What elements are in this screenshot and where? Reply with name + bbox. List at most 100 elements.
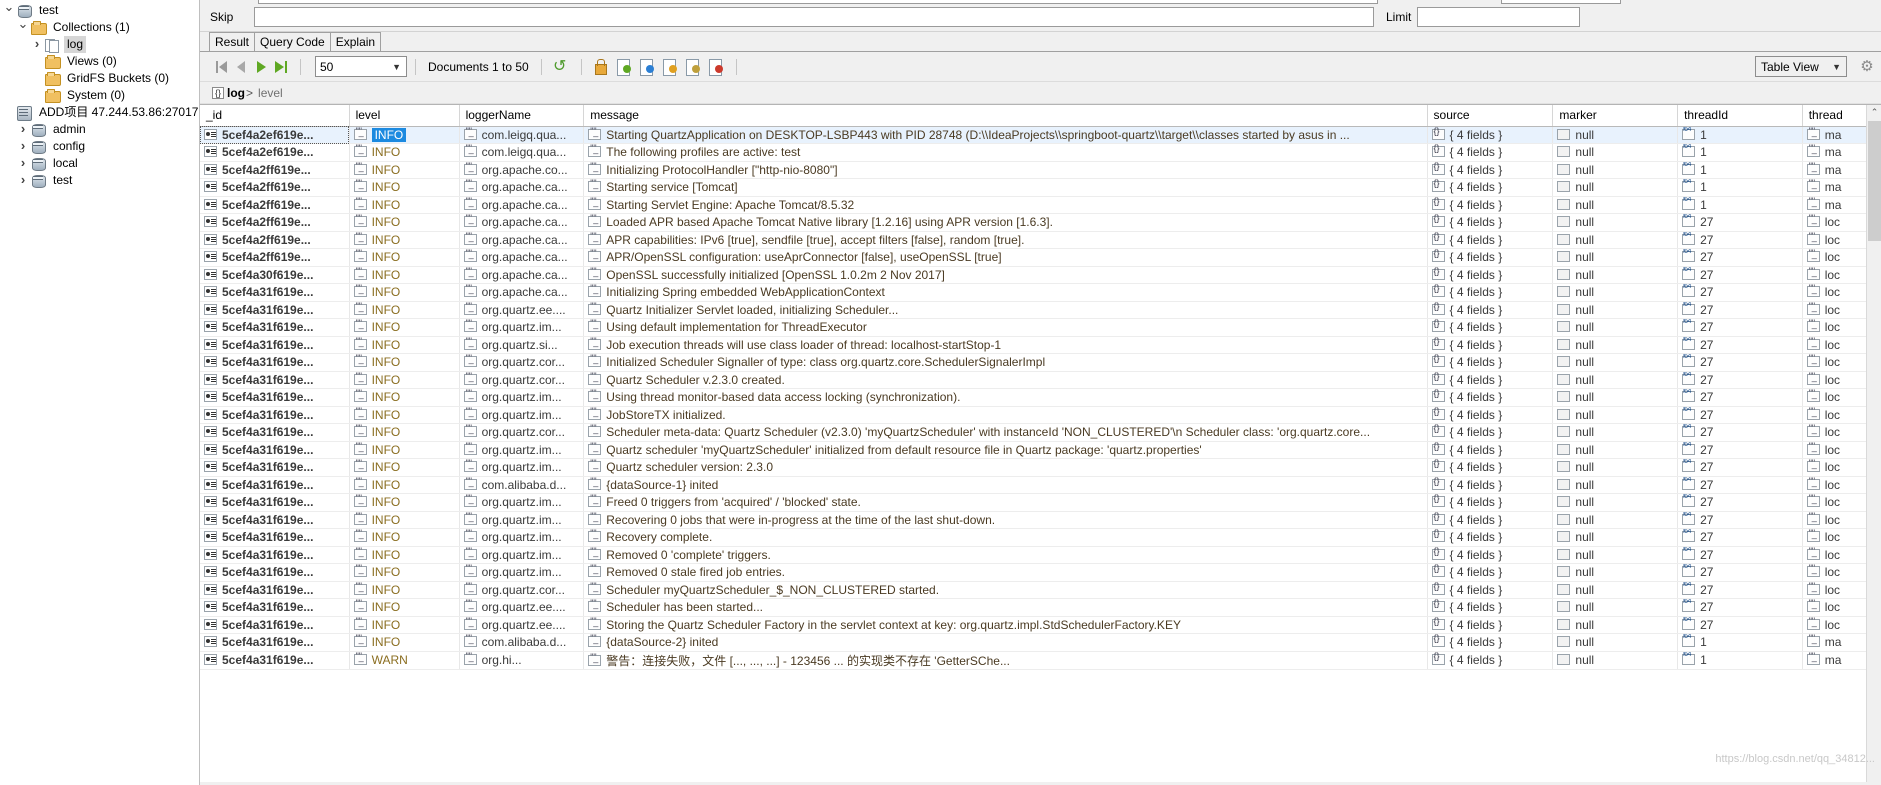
cell-logger[interactable]: org.quartz.im... bbox=[459, 458, 585, 477]
cell-message[interactable]: Recovering 0 jobs that were in-progress … bbox=[583, 511, 1428, 529]
cell-logger[interactable]: org.apache.ca... bbox=[459, 283, 585, 302]
cell-marker[interactable]: null bbox=[1552, 633, 1679, 652]
next-page-button[interactable] bbox=[252, 58, 270, 76]
cell-source[interactable]: { 4 fields } bbox=[1427, 248, 1554, 267]
sidebar-item-config[interactable]: config bbox=[0, 138, 199, 155]
cell-source[interactable]: { 4 fields } bbox=[1427, 126, 1554, 144]
sidebar-item-system-0[interactable]: System (0) bbox=[0, 87, 199, 104]
tab-explain[interactable]: Explain bbox=[329, 32, 382, 51]
cell-source[interactable]: { 4 fields } bbox=[1427, 511, 1554, 529]
cell-marker[interactable]: null bbox=[1552, 283, 1679, 302]
cell-id[interactable]: 5cef4a31f619e... bbox=[200, 283, 350, 302]
cell-logger[interactable]: org.quartz.im... bbox=[459, 441, 585, 459]
cell-message[interactable]: Recovery complete. bbox=[583, 528, 1428, 547]
cell-message[interactable]: Using default implementation for ThreadE… bbox=[583, 318, 1428, 337]
cell-threadId[interactable]: 1 bbox=[1677, 143, 1803, 162]
cell-level[interactable]: INFO bbox=[349, 371, 460, 389]
copy-document-icon[interactable] bbox=[682, 57, 702, 77]
column-header-id[interactable]: _id bbox=[200, 105, 350, 127]
cell-level[interactable]: INFO bbox=[349, 476, 460, 494]
cell-threadId[interactable]: 27 bbox=[1677, 301, 1803, 319]
cell-logger[interactable]: org.quartz.im... bbox=[459, 563, 585, 582]
cell-message[interactable]: Quartz Initializer Servlet loaded, initi… bbox=[583, 301, 1428, 319]
table-row[interactable]: 5cef4a31f619e... INFO org.quartz.si... Job … bbox=[200, 336, 1881, 354]
cell-message[interactable]: Scheduler has been started... bbox=[583, 598, 1428, 617]
table-row[interactable]: 5cef4a31f619e... INFO org.apache.ca... Init… bbox=[200, 283, 1881, 302]
cell-source[interactable]: { 4 fields } bbox=[1427, 371, 1554, 389]
cell-marker[interactable]: null bbox=[1552, 353, 1679, 372]
cell-message[interactable]: Scheduler myQuartzScheduler_$_NON_CLUSTE… bbox=[583, 581, 1428, 599]
refresh-icon[interactable]: ↺ bbox=[550, 57, 570, 77]
cell-id[interactable]: 5cef4a31f619e... bbox=[200, 546, 350, 564]
cell-level[interactable]: INFO bbox=[349, 528, 460, 547]
cell-source[interactable]: { 4 fields } bbox=[1427, 318, 1554, 337]
cell-source[interactable]: { 4 fields } bbox=[1427, 598, 1554, 617]
cell-threadId[interactable]: 27 bbox=[1677, 336, 1803, 354]
cell-logger[interactable]: org.quartz.cor... bbox=[459, 423, 585, 442]
chevron-down-icon[interactable] bbox=[2, 1, 16, 20]
cell-level[interactable]: INFO bbox=[349, 633, 460, 652]
cell-logger[interactable]: org.apache.co... bbox=[459, 161, 585, 179]
cell-logger[interactable]: org.quartz.im... bbox=[459, 493, 585, 512]
cell-marker[interactable]: null bbox=[1552, 143, 1679, 162]
cell-marker[interactable]: null bbox=[1552, 406, 1679, 424]
cell-level[interactable]: INFO bbox=[349, 581, 460, 599]
cell-marker[interactable]: null bbox=[1552, 178, 1679, 197]
cell-logger[interactable]: org.hi... bbox=[459, 651, 585, 670]
cell-id[interactable]: 5cef4a31f619e... bbox=[200, 581, 350, 599]
cell-id[interactable]: 5cef4a31f619e... bbox=[200, 651, 350, 670]
cell-message[interactable]: APR capabilities: IPv6 [true], sendfile … bbox=[583, 231, 1428, 249]
cell-marker[interactable]: null bbox=[1552, 651, 1679, 670]
cell-marker[interactable]: null bbox=[1552, 598, 1679, 617]
table-row[interactable]: 5cef4a2ef619e... INFO com.leigq.qua... The … bbox=[200, 143, 1881, 162]
cell-threadId[interactable]: 27 bbox=[1677, 353, 1803, 372]
cell-message[interactable]: Quartz scheduler version: 2.3.0 bbox=[583, 458, 1428, 477]
view-mode-select[interactable]: Table View ▼ bbox=[1755, 56, 1847, 77]
cell-level[interactable]: INFO bbox=[349, 423, 460, 442]
cell-marker[interactable]: null bbox=[1552, 616, 1679, 634]
cell-message[interactable]: Starting QuartzApplication on DESKTOP-LS… bbox=[583, 126, 1428, 144]
table-row[interactable]: 5cef4a31f619e... INFO org.quartz.im... Quar… bbox=[200, 458, 1881, 477]
cell-level[interactable]: INFO bbox=[349, 336, 460, 354]
vertical-scrollbar[interactable]: ⌃ bbox=[1866, 105, 1881, 785]
cell-level[interactable]: INFO bbox=[349, 266, 460, 284]
table-row[interactable]: 5cef4a31f619e... INFO org.quartz.im... Usin… bbox=[200, 388, 1881, 407]
cell-logger[interactable]: org.quartz.im... bbox=[459, 528, 585, 547]
cell-threadId[interactable]: 1 bbox=[1677, 178, 1803, 197]
cell-level[interactable]: INFO bbox=[349, 318, 460, 337]
table-row[interactable]: 5cef4a31f619e... INFO com.alibaba.d... {dat… bbox=[200, 476, 1881, 494]
cell-threadId[interactable]: 27 bbox=[1677, 476, 1803, 494]
sidebar-item-test[interactable]: test bbox=[0, 2, 199, 19]
table-row[interactable]: 5cef4a31f619e... INFO org.quartz.im... Free… bbox=[200, 493, 1881, 512]
cell-threadId[interactable]: 27 bbox=[1677, 283, 1803, 302]
cell-message[interactable]: {dataSource-2} inited bbox=[583, 633, 1428, 652]
cell-logger[interactable]: com.alibaba.d... bbox=[459, 633, 585, 652]
cell-message[interactable]: {dataSource-1} inited bbox=[583, 476, 1428, 494]
cell-level[interactable]: INFO bbox=[349, 196, 460, 214]
cell-threadId[interactable]: 27 bbox=[1677, 266, 1803, 284]
breadcrumb-field[interactable]: level bbox=[258, 86, 283, 100]
last-page-button[interactable] bbox=[272, 58, 290, 76]
insert-document-icon[interactable] bbox=[613, 57, 633, 77]
table-row[interactable]: 5cef4a31f619e... INFO org.quartz.ee.... Sch… bbox=[200, 598, 1881, 617]
cell-marker[interactable]: null bbox=[1552, 161, 1679, 179]
chevron-down-icon[interactable] bbox=[16, 18, 30, 37]
cell-message[interactable]: Freed 0 triggers from 'acquired' / 'bloc… bbox=[583, 493, 1428, 512]
cell-logger[interactable]: org.quartz.ee.... bbox=[459, 598, 585, 617]
cell-level[interactable]: INFO bbox=[349, 126, 460, 144]
cell-marker[interactable]: null bbox=[1552, 248, 1679, 267]
cell-logger[interactable]: com.leigq.qua... bbox=[459, 126, 585, 144]
table-row[interactable]: 5cef4a31f619e... INFO org.quartz.im... Reco… bbox=[200, 511, 1881, 529]
edit-document-icon[interactable] bbox=[659, 57, 679, 77]
cell-marker[interactable]: null bbox=[1552, 546, 1679, 564]
cell-level[interactable]: INFO bbox=[349, 616, 460, 634]
cell-marker[interactable]: null bbox=[1552, 563, 1679, 582]
cell-marker[interactable]: null bbox=[1552, 441, 1679, 459]
clone-document-icon[interactable] bbox=[636, 57, 656, 77]
cell-message[interactable]: Storing the Quartz Scheduler Factory in … bbox=[583, 616, 1428, 634]
column-header-loggerName[interactable]: loggerName bbox=[459, 105, 585, 127]
cell-id[interactable]: 5cef4a31f619e... bbox=[200, 598, 350, 617]
cell-threadId[interactable]: 27 bbox=[1677, 231, 1803, 249]
table-row[interactable]: 5cef4a2ff619e... INFO org.apache.ca... APR … bbox=[200, 231, 1881, 249]
cell-level[interactable]: INFO bbox=[349, 441, 460, 459]
